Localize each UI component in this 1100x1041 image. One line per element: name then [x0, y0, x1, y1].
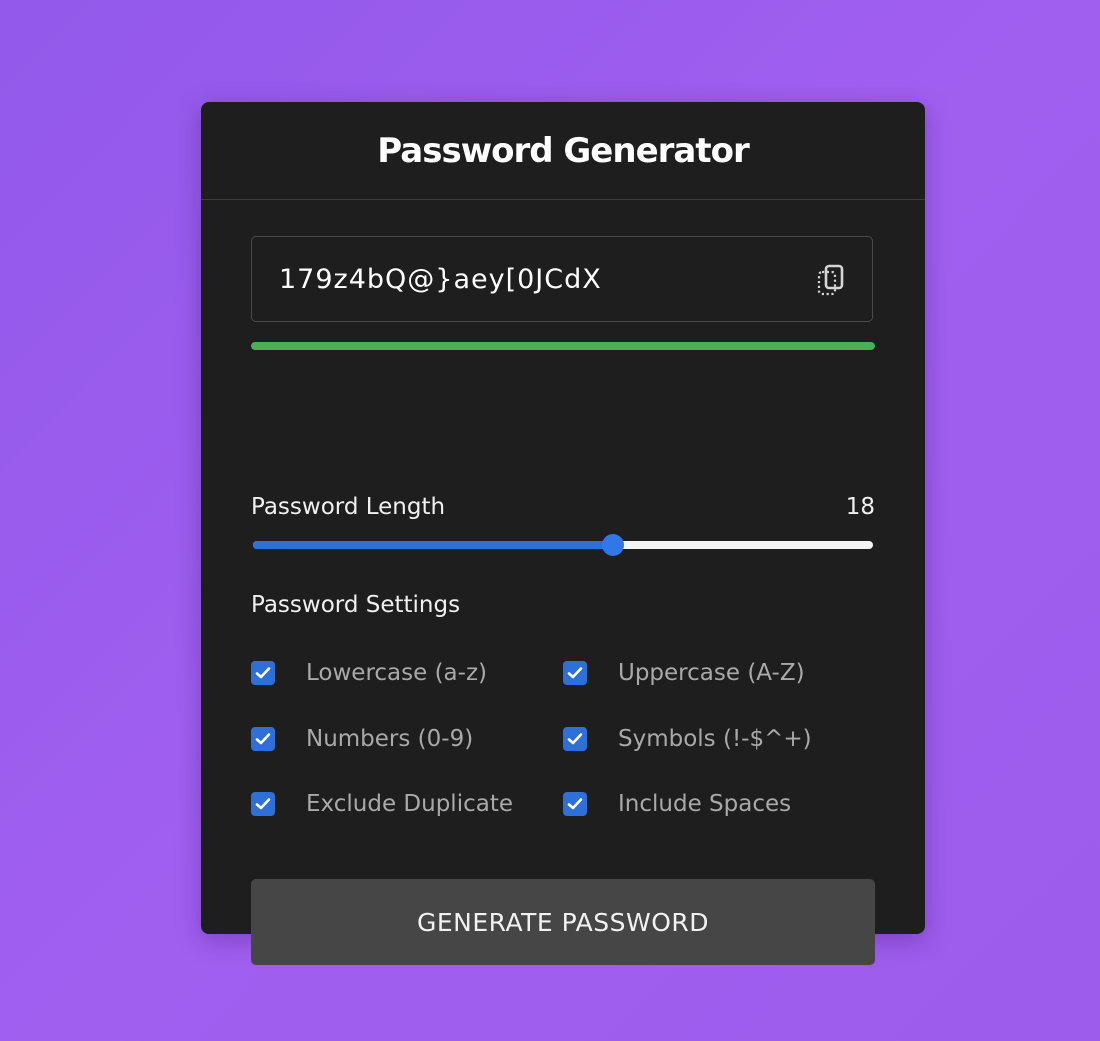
password-field-box [251, 236, 873, 322]
generate-password-button[interactable]: GENERATE PASSWORD [251, 879, 875, 965]
option-lowercase[interactable]: Lowercase (a-z) [251, 658, 487, 688]
slider-thumb[interactable] [601, 534, 624, 556]
option-uppercase[interactable]: Uppercase (A-Z) [563, 658, 805, 688]
page-title: Password Generator [377, 130, 749, 171]
option-label: Lowercase (a-z) [306, 660, 487, 686]
checkmark-icon [567, 667, 583, 679]
checkmark-icon [255, 667, 271, 679]
password-strength-bar [251, 342, 875, 350]
checkmark-icon [567, 733, 583, 745]
checkbox-uppercase[interactable] [563, 661, 587, 685]
option-include-spaces[interactable]: Include Spaces [563, 789, 791, 819]
option-label: Exclude Duplicate [306, 791, 513, 817]
password-strength-fill [251, 342, 875, 350]
password-generator-card: Password Generator Password Length 18 Pa… [201, 102, 925, 965]
checkbox-exclude-duplicate[interactable] [251, 792, 275, 816]
password-length-label: Password Length [251, 494, 446, 520]
option-label: Include Spaces [618, 791, 792, 817]
checkmark-icon [255, 798, 271, 810]
slider-fill [253, 541, 613, 549]
option-label: Uppercase (A-Z) [618, 660, 805, 686]
password-settings-label: Password Settings [251, 592, 461, 618]
checkbox-include-spaces[interactable] [563, 792, 587, 816]
option-symbols[interactable]: Symbols (!-$^+) [563, 724, 812, 754]
password-output[interactable] [252, 237, 792, 321]
option-label: Symbols (!-$^+) [618, 726, 812, 752]
checkmark-icon [255, 733, 271, 745]
card-header: Password Generator [201, 102, 925, 200]
option-label: Numbers (0-9) [306, 726, 474, 752]
copy-icon[interactable] [814, 262, 848, 298]
option-exclude-duplicate[interactable]: Exclude Duplicate [251, 789, 513, 819]
password-length-slider[interactable] [253, 534, 873, 556]
checkmark-icon [567, 798, 583, 810]
checkbox-lowercase[interactable] [251, 661, 275, 685]
checkbox-numbers[interactable] [251, 727, 275, 751]
option-numbers[interactable]: Numbers (0-9) [251, 724, 473, 754]
checkbox-symbols[interactable] [563, 727, 587, 751]
password-length-value: 18 [845, 494, 875, 520]
